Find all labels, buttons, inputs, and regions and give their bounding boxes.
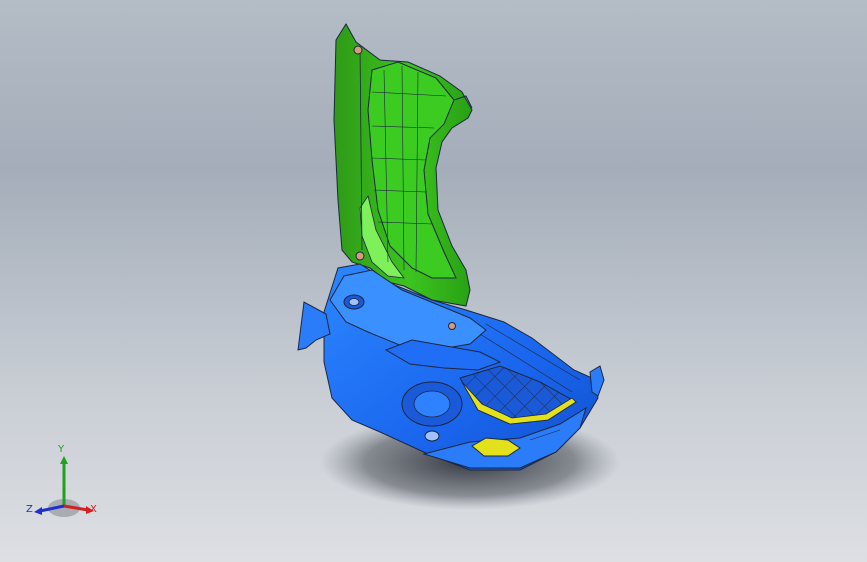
graphics-viewport[interactable]: Y X Z [0, 0, 867, 562]
upper-panel[interactable] [333, 23, 473, 307]
cad-part-model[interactable] [0, 0, 867, 562]
z-axis-arrowhead [34, 507, 42, 515]
orientation-triad[interactable]: Y X Z [24, 444, 104, 528]
z-axis-label: Z [26, 504, 33, 515]
y-axis-arrowhead [60, 456, 68, 464]
y-axis-label: Y [58, 444, 65, 455]
x-axis-label: X [90, 504, 97, 515]
